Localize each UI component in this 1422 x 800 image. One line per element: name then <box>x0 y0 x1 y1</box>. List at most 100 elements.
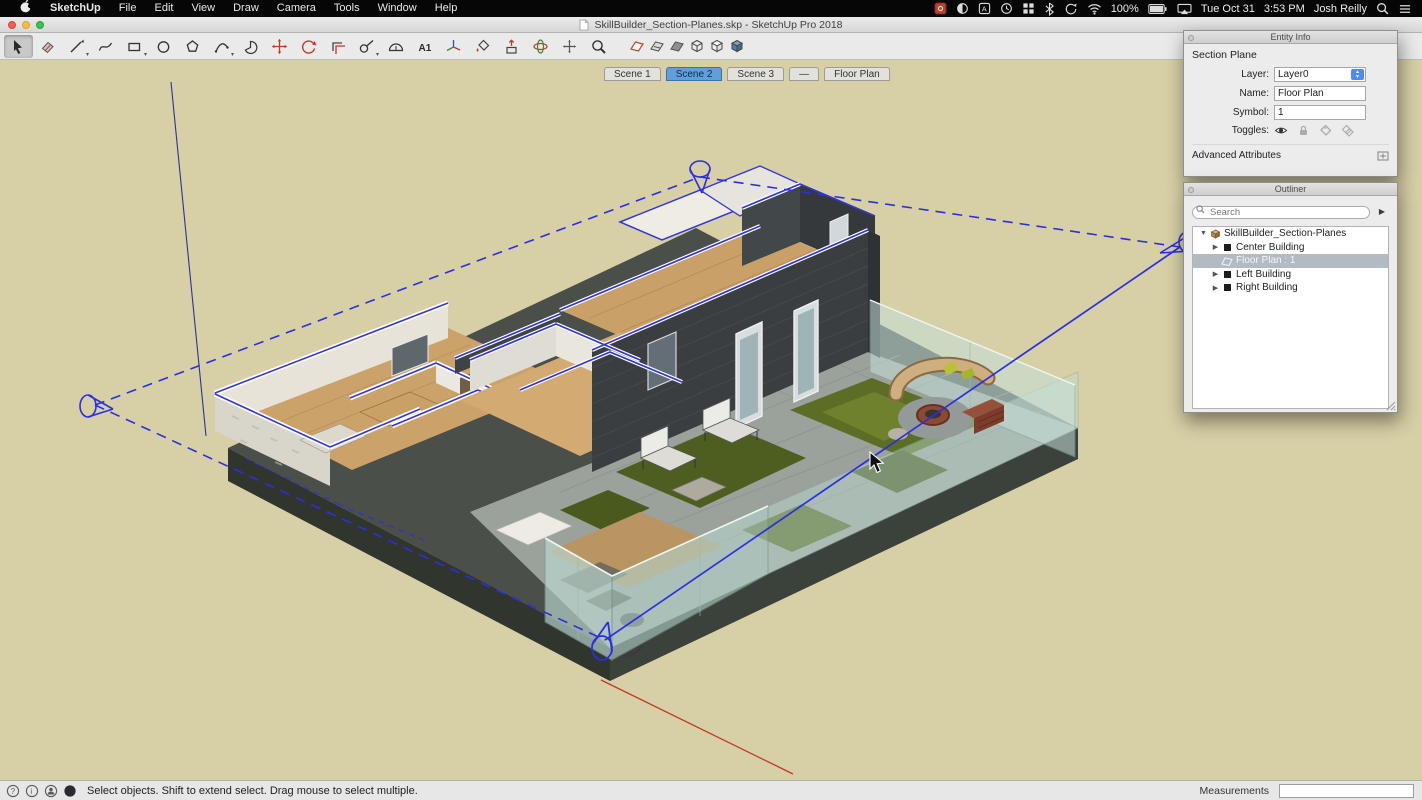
text-tool-button[interactable]: A1 <box>410 35 439 58</box>
status-dot-icon[interactable] <box>63 784 77 798</box>
flux-icon[interactable] <box>956 2 969 15</box>
tape-measure-tool-icon <box>359 39 374 53</box>
advanced-attributes-label[interactable]: Advanced Attributes <box>1192 150 1281 161</box>
layer-dropdown[interactable]: Layer0 ▲ ▼ <box>1274 67 1366 82</box>
menu-sketchup[interactable]: SketchUp <box>41 0 110 17</box>
grid-icon[interactable] <box>1022 2 1035 15</box>
paint-bucket-tool-button[interactable] <box>468 35 497 58</box>
freehand-tool-button[interactable] <box>91 35 120 58</box>
entity-info-header[interactable]: Entity Info <box>1184 31 1397 44</box>
offset-tool-button[interactable] <box>323 35 352 58</box>
disclosure-triangle-icon[interactable]: ▶ <box>1210 243 1221 251</box>
help-icon[interactable]: ? <box>6 784 20 798</box>
menu-window[interactable]: Window <box>369 0 426 17</box>
zoom-button[interactable] <box>36 21 44 29</box>
close-button[interactable] <box>8 21 16 29</box>
user-icon[interactable] <box>44 784 58 798</box>
outliner-header[interactable]: Outliner <box>1184 183 1397 196</box>
circle-tool-icon <box>157 40 170 53</box>
menu-draw[interactable]: Draw <box>224 0 268 17</box>
symbol-label: Symbol: <box>1232 107 1269 118</box>
red-app-icon[interactable] <box>934 2 947 15</box>
visible-eye-toggle-icon[interactable] <box>1274 124 1288 137</box>
tab-floor-plan[interactable]: Floor Plan <box>824 67 890 81</box>
minimize-button[interactable] <box>22 21 30 29</box>
disclosure-triangle-icon[interactable]: ▼ <box>1198 230 1209 237</box>
circle-tool-button[interactable] <box>149 35 178 58</box>
lock-toggle-icon[interactable] <box>1297 124 1310 137</box>
time-machine-icon[interactable] <box>1064 2 1078 16</box>
menubar-user[interactable]: Josh Reilly <box>1314 3 1367 15</box>
arc-tool-button[interactable]: ▾ <box>207 35 236 58</box>
layer-label: Layer: <box>1241 69 1269 80</box>
tree-row-floor-plan[interactable]: Floor Plan : 1 <box>1193 254 1388 268</box>
outliner-search-input[interactable] <box>1192 206 1370 219</box>
tab-scene-1[interactable]: Scene 1 <box>604 67 661 81</box>
rectangle-tool-button[interactable]: ▾ <box>120 35 149 58</box>
hidden-line-cube-icon <box>710 39 724 53</box>
tape-measure-tool-button[interactable]: ▾ <box>352 35 381 58</box>
panel-close-button[interactable] <box>1188 186 1194 193</box>
symbol-field[interactable] <box>1274 105 1366 120</box>
resize-grip[interactable] <box>1386 401 1396 411</box>
menu-tools[interactable]: Tools <box>325 0 369 17</box>
expand-panel-icon[interactable] <box>1377 150 1389 161</box>
axes-tool-button[interactable] <box>439 35 468 58</box>
tree-row-center-building[interactable]: ▶ Center Building <box>1193 241 1388 255</box>
menu-help[interactable]: Help <box>426 0 467 17</box>
outliner-tree[interactable]: ▼ SkillBuilder_Section-Planes ▶ Center B… <box>1192 226 1389 409</box>
tags-toggle-icon[interactable] <box>1341 124 1354 137</box>
menu-edit[interactable]: Edit <box>145 0 182 17</box>
style-hidden-line-button[interactable] <box>707 35 727 58</box>
bluetooth-icon[interactable] <box>1044 2 1055 16</box>
menubar-time[interactable]: 3:53 PM <box>1264 3 1305 15</box>
pie-tool-button[interactable] <box>236 35 265 58</box>
disclosure-triangle-icon[interactable]: ▶ <box>1210 270 1221 278</box>
display-section-cuts-button[interactable] <box>647 35 667 58</box>
menu-file[interactable]: File <box>110 0 146 17</box>
outliner-filter-button[interactable]: ▶ <box>1375 205 1389 218</box>
tab-dash[interactable]: — <box>789 67 820 81</box>
input-source-icon[interactable]: A <box>978 2 991 15</box>
rotate-tool-button[interactable] <box>294 35 323 58</box>
disclosure-triangle-icon[interactable]: ▶ <box>1210 284 1221 292</box>
tab-scene-2[interactable]: Scene 2 <box>665 67 723 81</box>
paint-bucket-tool-icon <box>476 39 490 52</box>
battery-icon[interactable] <box>1148 3 1168 15</box>
select-tool-button[interactable] <box>4 34 33 58</box>
style-shaded-button[interactable] <box>727 35 747 58</box>
style-wireframe-button[interactable] <box>687 35 707 58</box>
section-corner-marker[interactable] <box>79 394 114 418</box>
measurements-input[interactable] <box>1279 783 1414 798</box>
menu-camera[interactable]: Camera <box>268 0 325 17</box>
display-section-fill-button[interactable] <box>667 35 687 58</box>
polygon-tool-button[interactable] <box>178 35 207 58</box>
line-tool-button[interactable]: ▾ <box>62 35 91 58</box>
svg-text:A: A <box>981 4 986 13</box>
tree-row-model[interactable]: ▼ SkillBuilder_Section-Planes <box>1193 227 1388 241</box>
wifi-icon[interactable] <box>1087 3 1102 15</box>
pan-tool-button[interactable] <box>555 35 584 58</box>
tree-row-right-building[interactable]: ▶ Right Building <box>1193 281 1388 295</box>
spotlight-icon[interactable] <box>1376 2 1389 15</box>
info-icon[interactable]: i <box>25 784 39 798</box>
clock-icon[interactable] <box>1000 2 1013 15</box>
tag-toggle-icon[interactable] <box>1319 124 1332 137</box>
panel-close-button[interactable] <box>1188 34 1194 41</box>
airplay-icon[interactable] <box>1177 3 1192 15</box>
shaded-cube-icon <box>730 39 744 53</box>
eraser-tool-button[interactable] <box>33 35 62 58</box>
apple-menu[interactable] <box>10 0 41 19</box>
name-field[interactable] <box>1274 86 1366 101</box>
tree-row-left-building[interactable]: ▶ Left Building <box>1193 268 1388 282</box>
orbit-tool-button[interactable] <box>526 35 555 58</box>
tab-scene-3[interactable]: Scene 3 <box>727 67 785 81</box>
push-pull-tool-button[interactable] <box>497 35 526 58</box>
display-section-planes-button[interactable] <box>627 35 647 58</box>
move-tool-button[interactable] <box>265 35 294 58</box>
menubar-date[interactable]: Tue Oct 31 <box>1201 3 1255 15</box>
notification-center-icon[interactable] <box>1398 3 1412 15</box>
menu-view[interactable]: View <box>182 0 224 17</box>
zoom-tool-button[interactable] <box>584 35 613 58</box>
protractor-tool-button[interactable] <box>381 35 410 58</box>
